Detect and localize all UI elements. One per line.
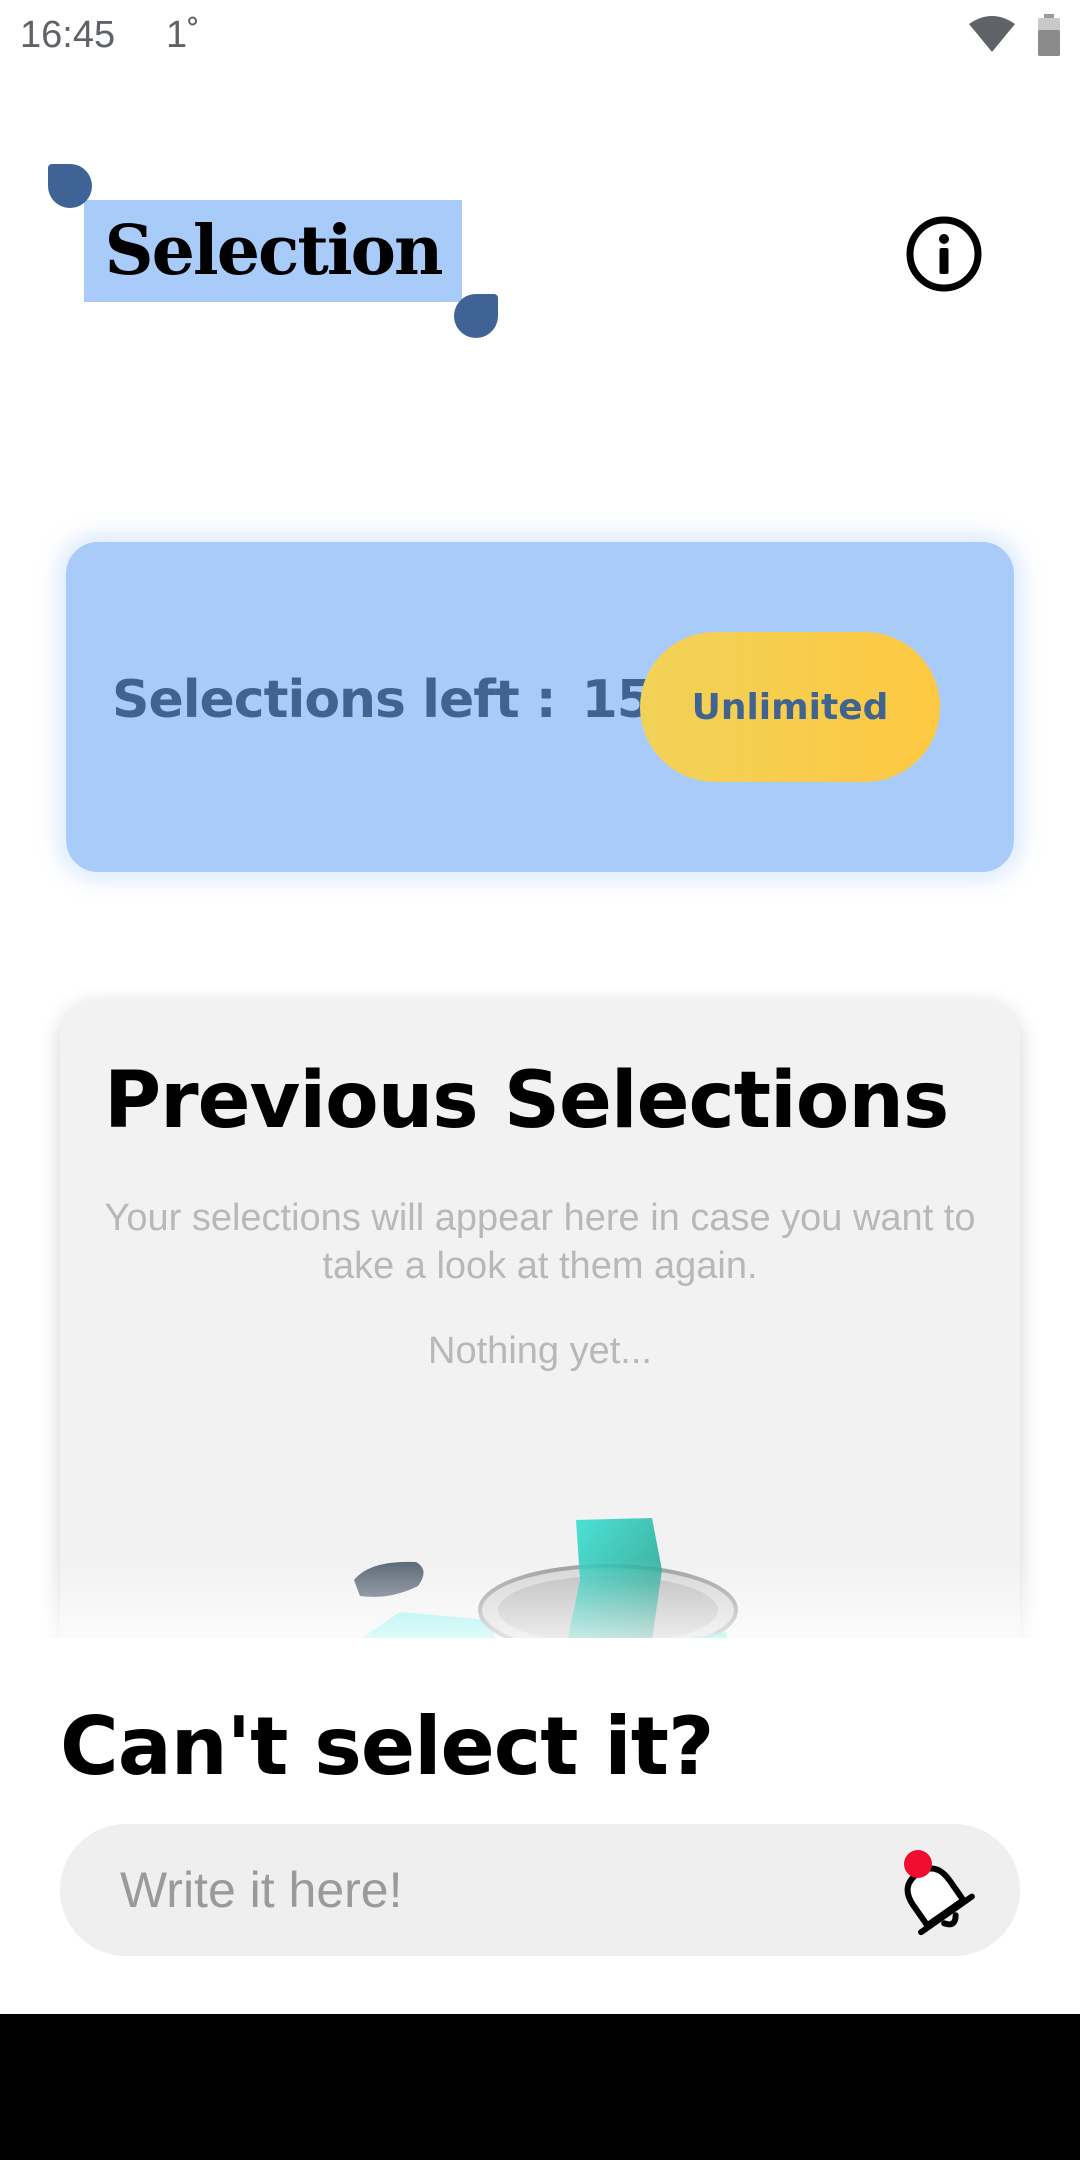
- info-icon[interactable]: [904, 214, 984, 294]
- bell-icon[interactable]: [880, 1838, 990, 1948]
- status-time: 16:45: [20, 14, 116, 56]
- navigation-bar: [0, 2014, 1080, 2160]
- selections-left-label: Selections left :: [112, 670, 557, 730]
- empty-state-text: Nothing yet...: [428, 1330, 652, 1372]
- selections-left-card: Selections left :15 Unlimited: [66, 542, 1014, 872]
- write-it-input[interactable]: [120, 1850, 900, 1930]
- previous-selections-description: Your selections will appear here in case…: [104, 1197, 976, 1287]
- wifi-icon: [969, 16, 1015, 52]
- status-temperature: 1˚: [166, 14, 200, 56]
- selections-left-text: Selections left :15: [112, 670, 653, 730]
- unlimited-button[interactable]: Unlimited: [640, 632, 940, 782]
- cant-select-title: Can't select it?: [60, 1700, 714, 1793]
- battery-icon: [1038, 14, 1060, 56]
- previous-selections-title: Previous Selections: [104, 1056, 949, 1146]
- write-it-field: [60, 1824, 1020, 1956]
- page-title: Selection: [104, 211, 444, 291]
- status-bar: 16:45 1˚: [0, 0, 1080, 72]
